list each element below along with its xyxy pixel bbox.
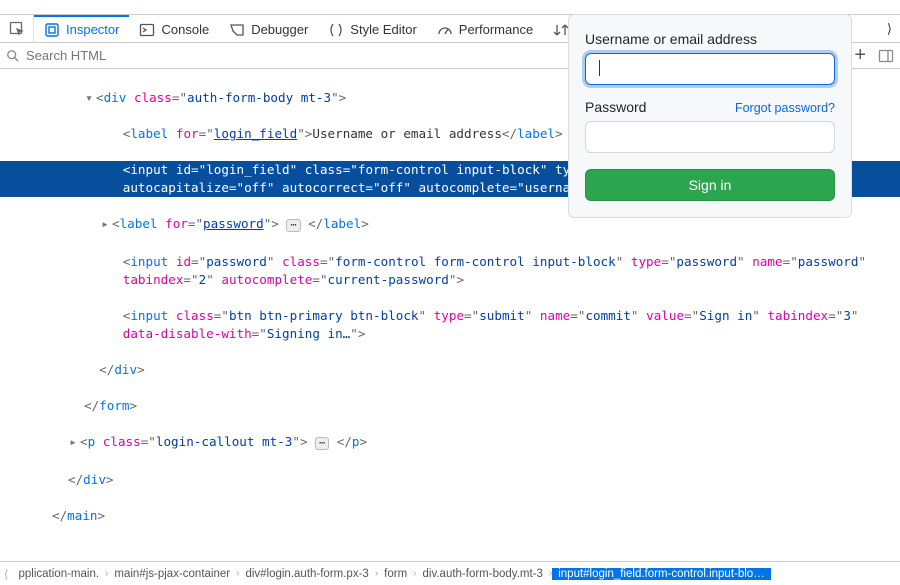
crumb-application-main[interactable]: pplication-main.: [13, 568, 106, 580]
tab-style-editor[interactable]: Style Editor: [318, 15, 426, 42]
password-label: Password: [585, 99, 646, 115]
debugger-icon: [229, 22, 245, 38]
crumb-div-login[interactable]: div#login.auth-form.px-3: [239, 568, 374, 580]
page-viewport: Username or email address Password Forgo…: [0, 0, 900, 14]
crumb-auth-form-body[interactable]: div.auth-form-body.mt-3: [417, 568, 549, 580]
crumb-input-login-field[interactable]: input#login_field.form-control.input-blo…: [552, 568, 770, 580]
password-input[interactable]: [585, 121, 835, 153]
element-picker-button[interactable]: [0, 15, 34, 42]
sidebar-toggle-icon[interactable]: [878, 48, 894, 64]
sign-in-button[interactable]: Sign in: [585, 169, 835, 201]
console-icon: [139, 22, 155, 38]
login-form: Username or email address Password Forgo…: [568, 14, 852, 218]
style-icon: [328, 22, 344, 38]
inspector-icon: [44, 22, 60, 38]
forgot-password-link[interactable]: Forgot password?: [735, 101, 835, 115]
tab-performance[interactable]: Performance: [427, 15, 543, 42]
breadcrumb-bar: ⟨ pplication-main.› main#js-pjax-contain…: [0, 561, 900, 585]
breadcrumb-scroll-left[interactable]: ⟨: [0, 567, 13, 581]
tab-debugger[interactable]: Debugger: [219, 15, 318, 42]
tabs-overflow-button[interactable]: ⟩: [879, 15, 900, 42]
search-icon: [6, 49, 20, 63]
crumb-main-pjax[interactable]: main#js-pjax-container: [108, 568, 236, 580]
tab-inspector[interactable]: Inspector: [34, 15, 129, 42]
network-icon: [553, 22, 569, 38]
tab-console[interactable]: Console: [129, 15, 219, 42]
performance-icon: [437, 22, 453, 38]
username-label: Username or email address: [585, 31, 835, 47]
username-input[interactable]: [585, 53, 835, 85]
crumb-form[interactable]: form: [378, 568, 413, 580]
